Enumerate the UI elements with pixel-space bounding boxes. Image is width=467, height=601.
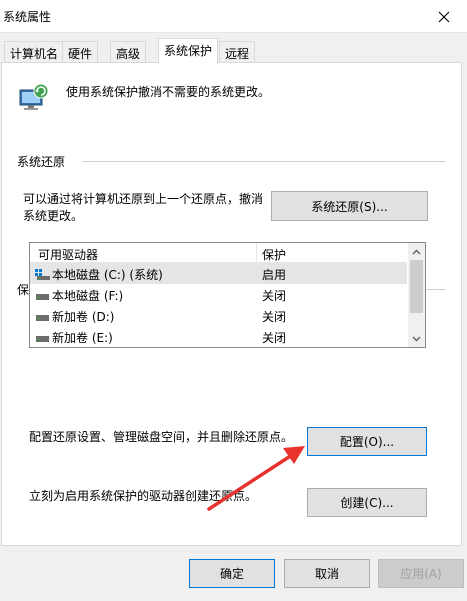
scroll-up-button[interactable] — [408, 243, 425, 260]
restore-group-label: 系统还原 — [17, 153, 72, 170]
tab-system-protection[interactable]: 系统保护 — [158, 38, 219, 64]
close-button[interactable] — [421, 0, 467, 33]
tab-label: 硬件 — [68, 47, 93, 61]
tab-computer-name[interactable]: 计算机名 — [4, 41, 65, 63]
column-header-protection[interactable]: 保护 — [262, 246, 286, 263]
system-protection-icon — [19, 83, 49, 110]
drive-icon — [36, 294, 49, 300]
create-button[interactable]: 创建(C)... — [307, 488, 427, 517]
drive-list[interactable]: 可用驱动器 保护 本地磁盘 (C:) (系统) 启用 本地磁盘 (F:) 关闭 — [29, 242, 426, 348]
cancel-button[interactable]: 取消 — [284, 559, 370, 588]
drive-protection-status: 启用 — [262, 268, 287, 282]
close-icon — [438, 11, 450, 22]
restore-description-line2: 系统更改。 — [23, 209, 84, 223]
vertical-scrollbar[interactable] — [408, 243, 425, 347]
title-bar: 系统属性 — [0, 0, 467, 33]
system-restore-button[interactable]: 系统还原(S)... — [271, 191, 428, 221]
tab-advanced[interactable]: 高级 — [110, 41, 147, 63]
apply-button[interactable]: 应用(A) — [378, 559, 464, 588]
system-drive-icon — [35, 269, 50, 280]
create-description: 立刻为启用系统保护的驱动器创建还原点。 — [29, 489, 258, 503]
column-header-drive[interactable]: 可用驱动器 — [38, 246, 98, 263]
tab-label: 系统保护 — [164, 44, 213, 58]
tab-label: 计算机名 — [10, 47, 59, 61]
drive-name: 本地磁盘 (F:) — [52, 289, 124, 303]
configure-description: 配置还原设置、管理磁盘空间，并且删除还原点。 — [29, 430, 294, 444]
drive-name: 新加卷 (D:) — [52, 310, 115, 324]
drive-protection-status: 关闭 — [262, 331, 287, 345]
restore-description: 可以通过将计算机还原到上一个还原点，撤消 系统更改。 — [23, 191, 263, 225]
column-separator[interactable] — [256, 243, 257, 263]
drive-icon — [36, 315, 49, 321]
drive-icon — [36, 336, 49, 342]
tab-label: 高级 — [116, 47, 141, 61]
drive-row[interactable]: 本地磁盘 (C:) (系统) 启用 — [30, 263, 407, 284]
window-title: 系统属性 — [3, 10, 52, 24]
tab-hardware[interactable]: 硬件 — [62, 41, 99, 63]
tab-label: 远程 — [225, 47, 250, 61]
drive-row[interactable]: 新加卷 (D:) 关闭 — [30, 305, 407, 326]
restore-group-divider — [82, 161, 445, 162]
drive-row[interactable]: 新加卷 (E:) 关闭 — [30, 326, 407, 347]
restore-description-line1: 可以通过将计算机还原到上一个还原点，撤消 — [23, 192, 264, 206]
system-properties-window: 系统属性 计算机名 硬件 高级 系统保护 远程 使用系统保护撤消不需要的系统更改… — [0, 0, 467, 601]
scroll-down-button[interactable] — [408, 330, 425, 347]
chevron-down-icon — [412, 336, 421, 341]
drive-list-header: 可用驱动器 保护 — [30, 243, 407, 263]
drive-row[interactable]: 本地磁盘 (F:) 关闭 — [30, 284, 407, 305]
ok-button[interactable]: 确定 — [189, 559, 275, 588]
header-description: 使用系统保护撤消不需要的系统更改。 — [66, 85, 271, 99]
drive-protection-status: 关闭 — [262, 289, 287, 303]
drive-protection-status: 关闭 — [262, 310, 287, 324]
tab-remote[interactable]: 远程 — [219, 41, 256, 63]
drive-name: 本地磁盘 (C:) (系统) — [52, 268, 163, 282]
chevron-up-icon — [412, 249, 421, 254]
scroll-thumb[interactable] — [410, 260, 423, 313]
configure-button[interactable]: 配置(O)... — [307, 427, 427, 456]
drive-name: 新加卷 (E:) — [52, 331, 113, 345]
